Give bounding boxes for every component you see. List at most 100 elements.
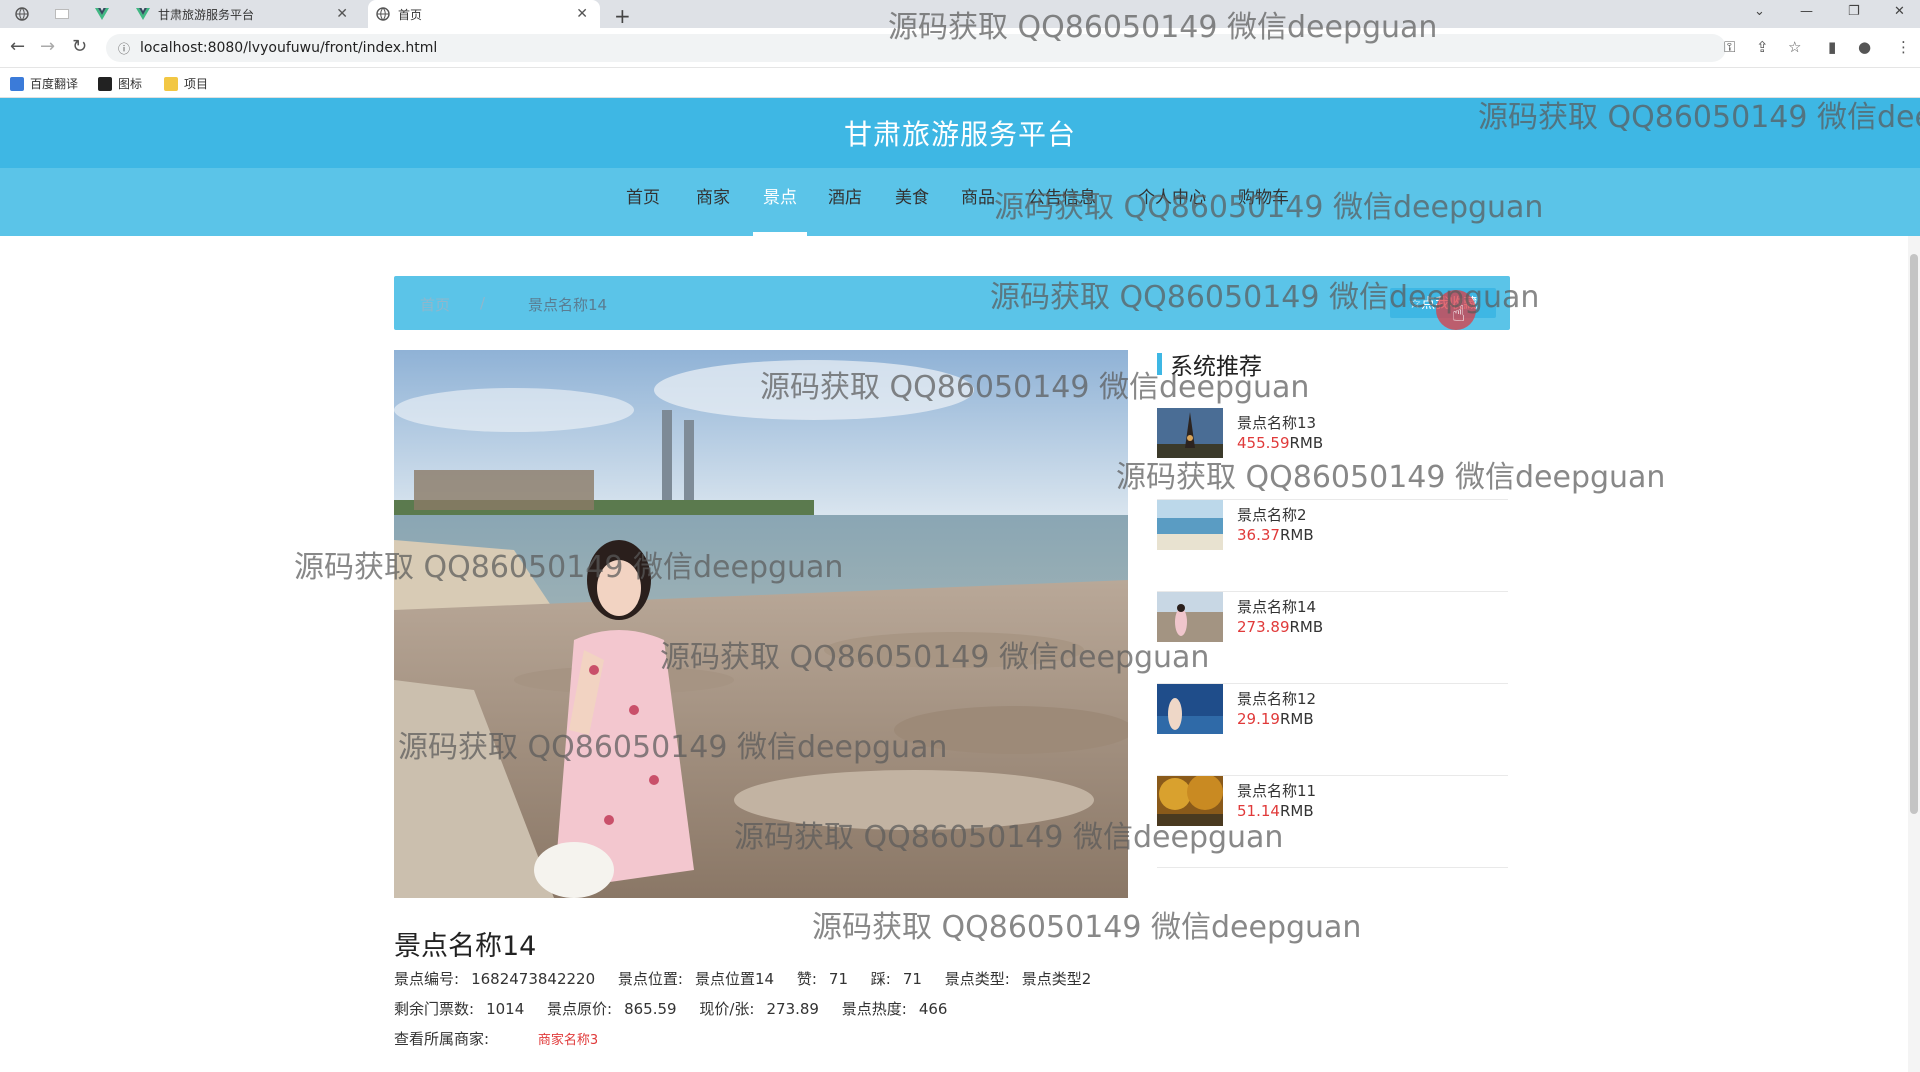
price-value: 29.19 [1237,710,1280,728]
recommend-thumbnail [1157,776,1223,826]
globe-icon [15,7,29,21]
recommend-thumbnail [1157,592,1223,642]
menu-icon[interactable]: ⋮ [1896,38,1911,56]
accent-bar [1157,353,1162,375]
tab-platform[interactable]: 甘肃旅游服务平台 ✕ [130,0,360,28]
reload-icon[interactable]: ↻ [72,36,87,57]
recommend-name: 景点名称2 [1237,506,1307,524]
price-value: 51.14 [1237,802,1280,820]
info-icon[interactable]: ⓘ [118,40,130,57]
detail-line-3: 查看所属商家: 商家名称3 [394,1028,616,1049]
recommend-item[interactable]: 景点名称14 273.89RMB [1157,592,1508,684]
nav-item-hotel[interactable]: 酒店 [828,168,862,236]
sidebar-icon[interactable]: ▮ [1828,38,1836,56]
recommend-name: 景点名称12 [1237,690,1317,708]
nav-item-goods[interactable]: 商品 [961,168,995,236]
tab-title: 首页 [398,7,423,22]
detail-line-1: 景点编号: 1682473842220 景点位置: 景点位置14 赞: 71 踩: 71… [394,968,1109,989]
nav-item-cart[interactable]: 购物车 [1238,168,1289,236]
bookmark-label: 图标 [118,77,143,91]
breadcrumb-home[interactable]: 首页 [420,294,450,315]
field-value: 景点位置14 [694,970,775,988]
vue-tab-icon[interactable] [88,0,116,28]
recommend-item[interactable]: 景点名称12 29.19RMB [1157,684,1508,776]
recommend-price: 29.19RMB [1237,710,1314,728]
close-window-icon[interactable]: ✕ [1894,4,1905,19]
close-icon[interactable]: ✕ [576,6,588,22]
page-scrollbar[interactable] [1908,236,1920,1072]
scenic-photo [394,350,1128,898]
forward-icon[interactable]: → [40,36,55,57]
breadcrumb-current: 景点名称14 [528,296,608,314]
recommend-thumbnail [1157,500,1223,550]
field-label: 踩: [870,970,891,988]
detail-field: 景点编号: 1682473842220 [394,970,595,988]
price-value: 455.59 [1237,434,1290,452]
blank-tab-icon[interactable] [48,0,76,28]
recommend-item[interactable]: 景点名称2 36.37RMB [1157,500,1508,592]
field-label: 景点位置: [617,970,683,988]
field-label: 景点热度: [841,1000,907,1018]
share-icon[interactable]: ⇪ [1756,38,1769,56]
vue-icon [136,7,150,21]
watermark: 源码获取 QQ86050149 微信deepguan [812,910,1362,945]
bookmarks-bar: 百度翻译 图标 项目 [0,68,1920,98]
detail-field: 赞: 71 [797,970,848,988]
nav-item-scenic[interactable]: 景点 [753,168,807,236]
recommend-item[interactable]: 景点名称13 455.59RMB [1157,408,1508,500]
price-value: 273.89 [1237,618,1290,636]
recommend-price: 36.37RMB [1237,526,1314,544]
field-label: 景点原价: [547,1000,613,1018]
bookmark-item[interactable]: 百度翻译 [10,75,78,92]
restore-icon[interactable]: ❐ [1848,4,1860,19]
hand-cursor-icon: ☝ [1452,302,1466,327]
nav-item-notice[interactable]: 公告信息 [1028,168,1096,236]
address-bar: ← → ↻ ⓘ localhost:8080/lvyoufuwu/front/i… [0,28,1920,68]
star-icon[interactable]: ☆ [1788,38,1801,56]
globe-icon [376,7,390,21]
back-icon[interactable]: ← [10,36,25,57]
recommend-name: 景点名称11 [1237,782,1317,800]
recommend-thumbnail [1157,684,1223,734]
avatar-icon[interactable]: ● [1858,38,1871,56]
detail-field: 景点原价: 865.59 [547,1000,677,1018]
globe-tab-icon[interactable] [8,0,36,28]
nav-item-personal[interactable]: 个人中心 [1138,168,1206,236]
recommend-heading-text: 系统推荐 [1170,354,1262,380]
price-unit: RMB [1279,802,1314,820]
url-field[interactable]: ⓘ localhost:8080/lvyoufuwu/front/index.h… [106,34,1726,62]
breadcrumb: 首页 / 景点名称14 ☆点我收藏 [394,276,1510,330]
field-label: 现价/张: [699,1000,755,1018]
nav-item-merchant[interactable]: 商家 [696,168,730,236]
key-icon[interactable]: ⚿ [1724,38,1735,56]
bookmark-item[interactable]: 图标 [98,75,142,92]
recommend-heading: 系统推荐 [1157,350,1262,380]
price-value: 36.37 [1237,526,1280,544]
new-tab-icon[interactable]: + [614,4,631,28]
detail-field: 景点热度: 466 [842,1000,948,1018]
field-label: 景点编号: [394,970,460,988]
detail-line-2: 剩余门票数: 1014 景点原价: 865.59 现价/张: 273.89 景点热度:… [394,998,965,1019]
merchant-link[interactable]: 商家名称3 [538,1033,598,1048]
recommend-price: 51.14RMB [1237,802,1314,820]
field-value: 71 [828,970,849,988]
detail-field: 现价/张: 273.89 [699,1000,819,1018]
page-icon [55,9,69,19]
chevron-down-icon[interactable]: ⌄ [1754,4,1765,19]
bookmark-item[interactable]: 项目 [164,75,208,92]
vue-icon [95,8,109,20]
folder-icon [164,76,178,91]
tab-home[interactable]: 首页 ✕ [368,0,600,28]
close-icon[interactable]: ✕ [336,6,348,22]
recommend-item[interactable]: 景点名称11 51.14RMB [1157,776,1508,868]
site-header: 甘肃旅游服务平台 [0,98,1920,168]
detail-field: 踩: 71 [871,970,922,988]
nav-item-food[interactable]: 美食 [895,168,929,236]
detail-field: 景点位置: 景点位置14 [618,970,774,988]
price-unit: RMB [1289,434,1324,452]
recommend-price: 273.89RMB [1237,618,1323,636]
scrollbar-thumb[interactable] [1910,254,1918,814]
nav-item-home[interactable]: 首页 [626,168,660,236]
minimize-icon[interactable]: — [1800,4,1813,19]
recommend-price: 455.59RMB [1237,434,1323,452]
